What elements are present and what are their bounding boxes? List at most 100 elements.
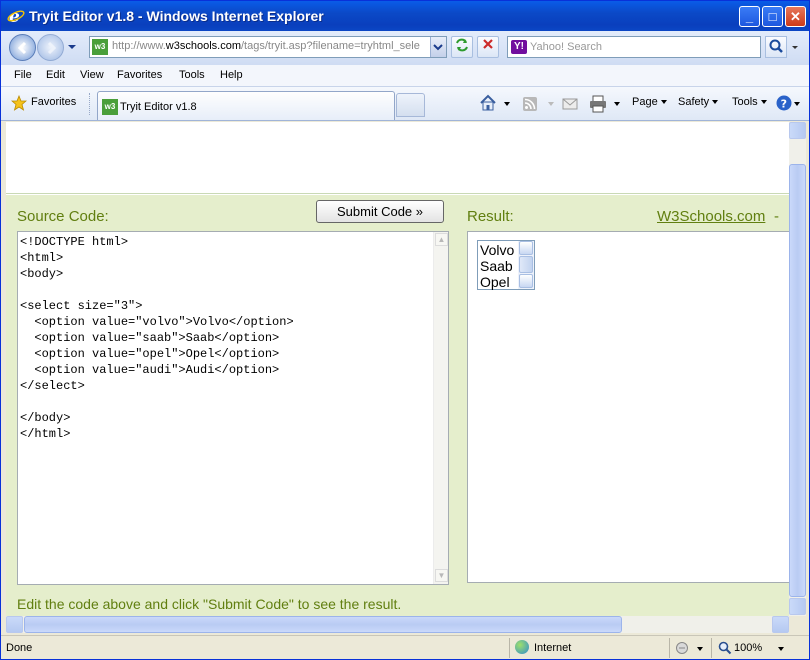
- home-dropdown-icon[interactable]: [503, 101, 511, 107]
- refresh-button[interactable]: [451, 36, 473, 58]
- recent-pages-dropdown-icon[interactable]: [67, 43, 77, 51]
- zoom-level[interactable]: 100%: [734, 642, 762, 654]
- url-path: /tags/tryit.asp?filename=tryhtml_sele: [241, 40, 420, 52]
- yahoo-logo-icon: Y!: [511, 40, 527, 54]
- link-separator: -: [774, 208, 779, 225]
- print-icon[interactable]: [589, 95, 607, 113]
- favorites-star-icon[interactable]: [11, 95, 27, 111]
- source-code-label: Source Code:: [17, 208, 109, 225]
- page-header-area: [6, 122, 789, 194]
- chevron-down-icon: [760, 100, 767, 105]
- forward-button[interactable]: [37, 34, 64, 61]
- address-dropdown-button[interactable]: [430, 37, 446, 57]
- page-scroll-up-icon[interactable]: [789, 122, 806, 139]
- editor-scroll-up-icon[interactable]: ▲: [435, 233, 448, 246]
- car-select-listbox[interactable]: Volvo Saab Opel: [477, 240, 535, 290]
- new-tab-button[interactable]: [396, 93, 425, 117]
- page-scroll-right-icon[interactable]: [772, 616, 789, 633]
- window-title: Tryit Editor v1.8 - Windows Internet Exp…: [29, 8, 324, 24]
- menu-tools[interactable]: Tools: [179, 69, 205, 81]
- listbox-scroll-up-icon[interactable]: [519, 241, 533, 255]
- code-line[interactable]: <!DOCTYPE html>: [20, 234, 294, 250]
- page-horizontal-thumb[interactable]: [24, 616, 622, 633]
- page-horizontal-scrollbar[interactable]: [6, 616, 789, 633]
- chevron-down-icon: [433, 44, 443, 51]
- toolbar-separator: [89, 93, 92, 115]
- option-saab[interactable]: Saab: [480, 258, 513, 274]
- stop-button[interactable]: [477, 36, 499, 58]
- status-divider: [711, 638, 712, 658]
- listbox-scroll-thumb[interactable]: [519, 256, 533, 273]
- submit-code-button[interactable]: Submit Code »: [316, 200, 444, 223]
- option-opel[interactable]: Opel: [480, 274, 510, 290]
- page-scroll-left-icon[interactable]: [6, 616, 23, 633]
- listbox-scroll-down-icon[interactable]: [519, 274, 533, 288]
- menu-favorites[interactable]: Favorites: [117, 69, 162, 81]
- tools-menu-button[interactable]: Tools: [732, 96, 767, 108]
- editor-scroll-down-icon[interactable]: ▼: [435, 569, 448, 582]
- maximize-icon: □: [768, 9, 777, 24]
- chevron-down-icon: [712, 100, 719, 105]
- tab-label: Tryit Editor v1.8: [120, 101, 197, 113]
- ie-logo-icon: e: [7, 7, 25, 25]
- feeds-icon[interactable]: [522, 96, 538, 112]
- zoom-icon[interactable]: [718, 641, 732, 655]
- menu-help[interactable]: Help: [220, 69, 243, 81]
- code-line[interactable]: </body>: [20, 410, 294, 426]
- zoom-dropdown-icon[interactable]: [777, 646, 785, 652]
- page-menu-button[interactable]: Page: [632, 96, 667, 108]
- code-line[interactable]: </html>: [20, 426, 294, 442]
- code-line[interactable]: <body>: [20, 266, 294, 282]
- code-line[interactable]: <option value="audi">Audi</option>: [20, 362, 294, 378]
- back-button[interactable]: [9, 34, 36, 61]
- code-line[interactable]: [20, 394, 294, 410]
- help-dropdown-icon[interactable]: [793, 101, 801, 107]
- close-button[interactable]: ✕: [785, 6, 806, 27]
- status-divider: [509, 638, 510, 658]
- result-frame: Volvo Saab Opel: [467, 231, 789, 583]
- status-divider: [669, 638, 670, 658]
- editor-scrollbar[interactable]: ▲ ▼: [433, 232, 448, 584]
- address-bar[interactable]: w3 http://www.w3schools.com/tags/tryit.a…: [89, 36, 447, 58]
- code-line[interactable]: <select size="3">: [20, 298, 294, 314]
- help-icon[interactable]: ?: [776, 95, 792, 111]
- minimize-icon: _: [745, 9, 754, 24]
- source-code-text[interactable]: <!DOCTYPE html> <html> <body> <select size…: [20, 234, 294, 442]
- browser-window: e Tryit Editor v1.8 - Windows Internet E…: [0, 0, 810, 660]
- search-box[interactable]: Y! Yahoo! Search: [507, 36, 761, 58]
- favorites-button[interactable]: Favorites: [31, 96, 76, 108]
- page-vertical-thumb[interactable]: [789, 164, 806, 597]
- code-line[interactable]: <option value="saab">Saab</option>: [20, 330, 294, 346]
- code-line[interactable]: <option value="volvo">Volvo</option>: [20, 314, 293, 330]
- search-button[interactable]: [765, 36, 787, 58]
- address-url[interactable]: http://www.w3schools.com/tags/tryit.asp?…: [112, 40, 424, 52]
- feeds-dropdown-icon[interactable]: [547, 101, 555, 107]
- minimize-button[interactable]: _: [739, 6, 760, 27]
- page-vertical-scrollbar[interactable]: [789, 122, 806, 616]
- refresh-icon: [456, 38, 468, 52]
- code-line[interactable]: </select>: [20, 378, 294, 394]
- menu-view[interactable]: View: [80, 69, 104, 81]
- home-icon[interactable]: [479, 94, 497, 112]
- code-line[interactable]: [20, 282, 294, 298]
- stop-icon: [483, 39, 493, 49]
- code-line[interactable]: <option value="opel">Opel</option>: [20, 346, 294, 362]
- page-scroll-down-icon[interactable]: [789, 598, 806, 615]
- security-zone[interactable]: Internet: [534, 642, 571, 654]
- source-code-editor[interactable]: <!DOCTYPE html> <html> <body> <select size…: [17, 231, 449, 585]
- scrollbar-corner: [789, 616, 806, 633]
- tab-tryit-editor[interactable]: w3 Tryit Editor v1.8: [97, 91, 395, 120]
- menu-edit[interactable]: Edit: [46, 69, 65, 81]
- protected-mode-icon[interactable]: [675, 641, 691, 655]
- print-dropdown-icon[interactable]: [613, 101, 621, 107]
- zone-dropdown-icon[interactable]: [696, 646, 704, 652]
- listbox-scrollbar[interactable]: [518, 241, 534, 289]
- option-volvo[interactable]: Volvo: [480, 242, 514, 258]
- w3schools-link[interactable]: W3Schools.com: [657, 208, 765, 225]
- code-line[interactable]: <html>: [20, 250, 294, 266]
- maximize-button[interactable]: □: [762, 6, 783, 27]
- safety-menu-button[interactable]: Safety: [678, 96, 719, 108]
- read-mail-icon[interactable]: [562, 96, 578, 112]
- menu-file[interactable]: File: [14, 69, 32, 81]
- search-options-dropdown-icon[interactable]: [788, 36, 802, 58]
